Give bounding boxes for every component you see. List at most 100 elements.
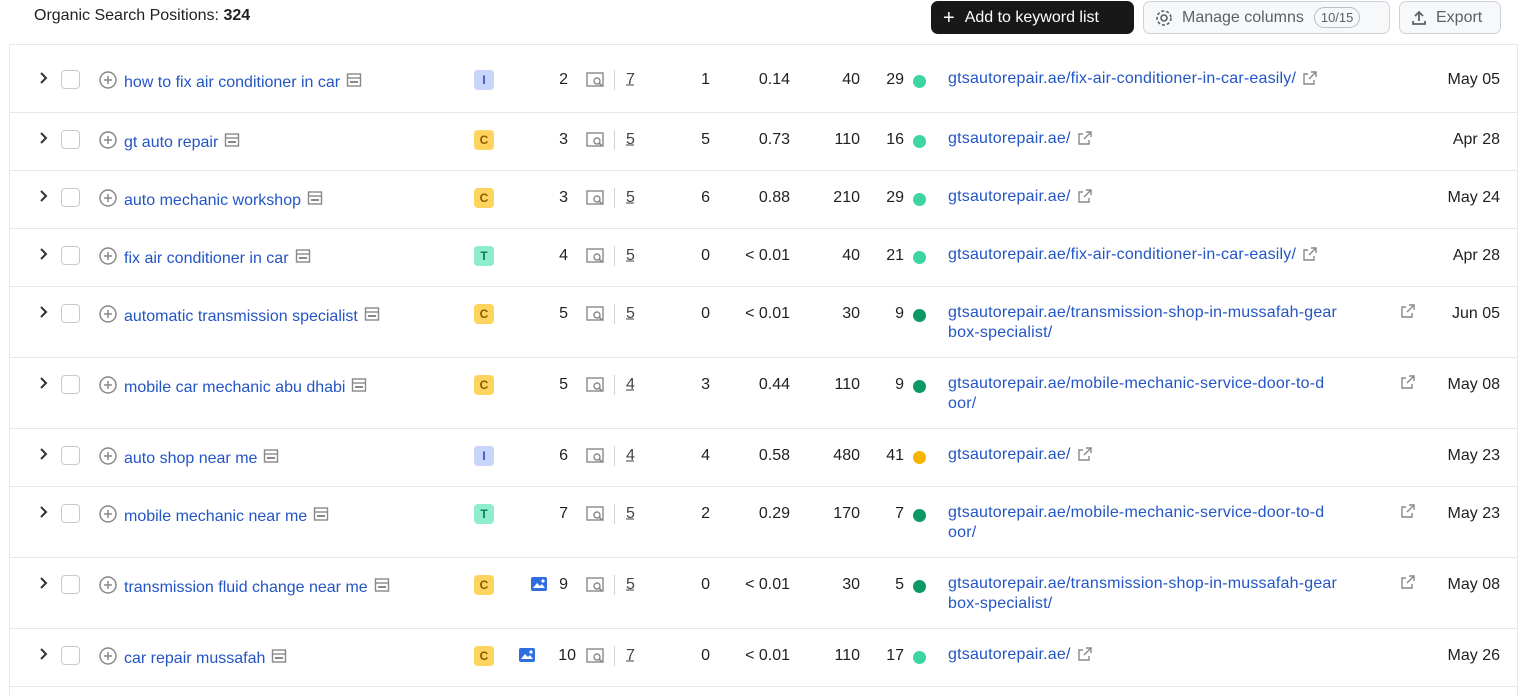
keyword-link[interactable]: gt auto repair [124, 133, 218, 153]
expand-chevron-icon[interactable] [38, 189, 50, 209]
add-circle-icon[interactable] [98, 188, 118, 214]
table-row: mobile car mechanic abu dhabi C 5 4 3 0.44 11… [10, 358, 1517, 429]
serp-snapshot-icon[interactable] [295, 248, 311, 270]
add-circle-icon[interactable] [98, 304, 118, 330]
results-count-link[interactable]: 7 [626, 70, 635, 90]
traffic-value: 21 [886, 247, 904, 264]
serp-features-icon[interactable] [586, 647, 606, 671]
url-link[interactable]: gtsautorepair.ae/ [948, 129, 1398, 152]
serp-snapshot-icon[interactable] [346, 72, 362, 94]
external-link-icon[interactable] [1400, 374, 1416, 396]
row-checkbox[interactable] [61, 575, 80, 594]
results-count-link[interactable]: 5 [626, 188, 635, 208]
expand-chevron-icon[interactable] [38, 647, 50, 667]
external-link-icon[interactable] [1077, 646, 1093, 668]
row-checkbox[interactable] [61, 130, 80, 149]
keyword-link[interactable]: mobile car mechanic abu dhabi [124, 378, 345, 398]
manage-columns-button[interactable]: Manage columns 10/15 [1143, 1, 1390, 34]
add-circle-icon[interactable] [98, 246, 118, 272]
serp-features-icon[interactable] [586, 131, 606, 155]
row-checkbox[interactable] [61, 446, 80, 465]
add-to-keyword-list-button[interactable]: + Add to keyword list [931, 1, 1134, 34]
external-link-icon[interactable] [1077, 446, 1093, 468]
external-link-icon[interactable] [1077, 130, 1093, 152]
external-link-icon[interactable] [1400, 503, 1416, 525]
results-count-link[interactable]: 5 [626, 246, 635, 266]
url-link[interactable]: gtsautorepair.ae/fix-air-conditioner-in-… [948, 245, 1398, 268]
results-count-link[interactable]: 4 [626, 375, 635, 395]
serp-snapshot-icon[interactable] [364, 306, 380, 328]
expand-chevron-icon[interactable] [38, 576, 50, 596]
url-link[interactable]: gtsautorepair.ae/transmission-shop-in-mu… [948, 574, 1398, 614]
add-circle-icon[interactable] [98, 130, 118, 156]
serp-features-icon[interactable] [586, 305, 606, 329]
serp-snapshot-icon[interactable] [263, 448, 279, 470]
url-link[interactable]: gtsautorepair.ae/transmission-shop-in-mu… [948, 303, 1398, 343]
expand-chevron-icon[interactable] [38, 131, 50, 151]
serp-features-icon[interactable] [586, 505, 606, 529]
serp-features-icon[interactable] [586, 447, 606, 471]
serp-features-icon[interactable] [586, 189, 606, 213]
keyword-link[interactable]: auto mechanic workshop [124, 191, 301, 211]
keyword-link[interactable]: car repair mussafah [124, 649, 265, 669]
url-link[interactable]: gtsautorepair.ae/fix-air-conditioner-in-… [948, 69, 1398, 92]
add-circle-icon[interactable] [98, 575, 118, 601]
serp-snapshot-icon[interactable] [351, 377, 367, 399]
expand-chevron-icon[interactable] [38, 376, 50, 396]
add-circle-icon[interactable] [98, 504, 118, 530]
traffic-value: 17 [886, 647, 904, 664]
external-link-icon[interactable] [1400, 303, 1416, 325]
results-count-link[interactable]: 4 [626, 446, 635, 466]
add-circle-icon[interactable] [98, 70, 118, 96]
url-link[interactable]: gtsautorepair.ae/mobile-mechanic-service… [948, 503, 1398, 543]
row-checkbox[interactable] [61, 70, 80, 89]
url-link[interactable]: gtsautorepair.ae/ [948, 645, 1398, 668]
expand-chevron-icon[interactable] [38, 505, 50, 525]
serp-snapshot-icon[interactable] [271, 648, 287, 670]
results-count-link[interactable]: 7 [626, 646, 635, 666]
results-count-link[interactable]: 5 [626, 575, 635, 595]
results-count-link[interactable]: 5 [626, 304, 635, 324]
serp-snapshot-icon[interactable] [313, 506, 329, 528]
add-circle-icon[interactable] [98, 375, 118, 401]
serp-snapshot-icon[interactable] [307, 190, 323, 212]
expand-chevron-icon[interactable] [38, 247, 50, 267]
status-dot [913, 309, 926, 322]
url-link[interactable]: gtsautorepair.ae/ [948, 445, 1398, 468]
results-count-link[interactable]: 5 [626, 504, 635, 524]
serp-features-icon[interactable] [586, 576, 606, 600]
serp-snapshot-icon[interactable] [374, 577, 390, 599]
serp-features-icon[interactable] [586, 247, 606, 271]
keyword-link[interactable]: how to fix air conditioner in car [124, 73, 340, 93]
external-link-icon[interactable] [1302, 246, 1318, 268]
external-link-icon[interactable] [1077, 188, 1093, 210]
serp-features-icon[interactable] [586, 376, 606, 400]
keyword-link[interactable]: auto shop near me [124, 449, 257, 469]
keyword-link[interactable]: automatic transmission specialist [124, 307, 358, 327]
external-link-icon[interactable] [1400, 574, 1416, 596]
date-value: Apr 28 [1452, 131, 1500, 148]
keyword-link[interactable]: fix air conditioner in car [124, 249, 289, 269]
export-button[interactable]: Export [1399, 1, 1501, 34]
expand-chevron-icon[interactable] [38, 305, 50, 325]
url-link[interactable]: gtsautorepair.ae/mobile-mechanic-service… [948, 374, 1398, 414]
row-checkbox[interactable] [61, 375, 80, 394]
url-link[interactable]: gtsautorepair.ae/ [948, 187, 1398, 210]
row-checkbox[interactable] [61, 188, 80, 207]
external-link-icon[interactable] [1302, 70, 1318, 92]
row-checkbox[interactable] [61, 646, 80, 665]
row-checkbox[interactable] [61, 504, 80, 523]
expand-chevron-icon[interactable] [38, 71, 50, 91]
expand-chevron-icon[interactable] [38, 447, 50, 467]
results-count-link[interactable]: 5 [626, 130, 635, 150]
row-checkbox[interactable] [61, 304, 80, 323]
add-circle-icon[interactable] [98, 646, 118, 672]
url-text: gtsautorepair.ae/ [948, 446, 1071, 463]
row-checkbox[interactable] [61, 246, 80, 265]
keyword-link[interactable]: mobile mechanic near me [124, 507, 307, 527]
add-circle-icon[interactable] [98, 446, 118, 472]
serp-features-icon[interactable] [586, 71, 606, 95]
serp-snapshot-icon[interactable] [224, 132, 240, 154]
keyword-link[interactable]: transmission fluid change near me [124, 578, 368, 598]
url-text: gtsautorepair.ae/mobile-mechanic-service… [948, 504, 1325, 521]
